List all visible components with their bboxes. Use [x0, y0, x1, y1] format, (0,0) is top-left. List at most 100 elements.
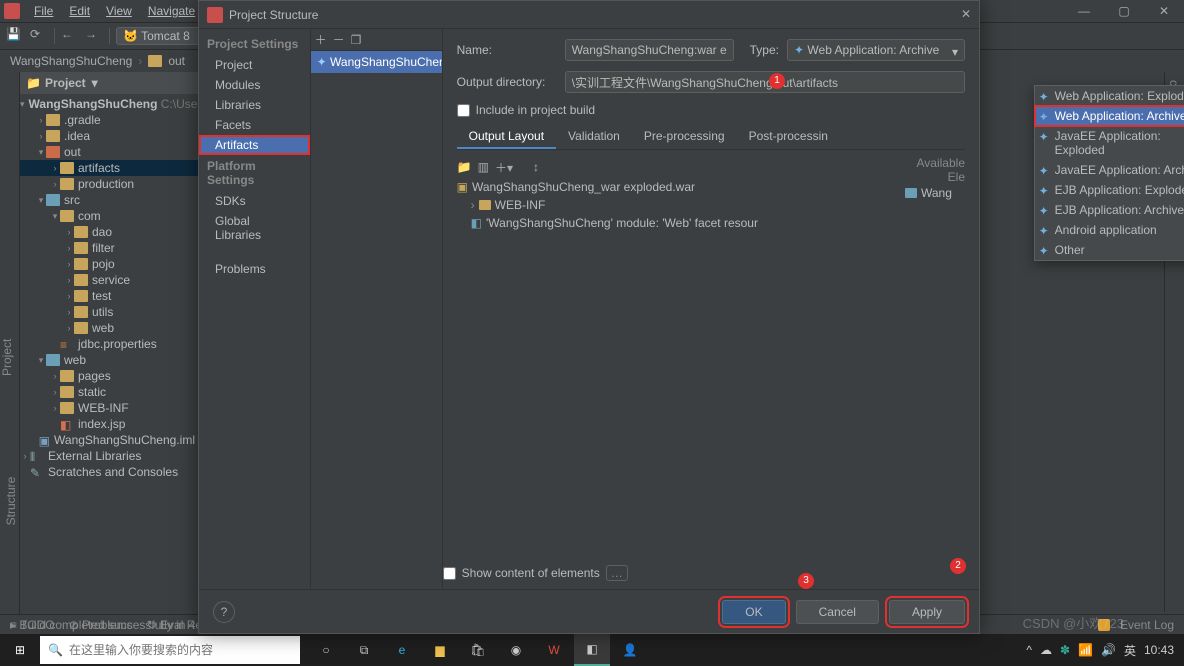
back-icon[interactable]: ← — [61, 27, 79, 45]
dropdown-item-selected[interactable]: ✦Web Application: Archive — [1035, 106, 1184, 126]
add-icon[interactable]: ＋ — [315, 31, 327, 48]
tray-cloud-icon[interactable]: ☁ — [1040, 643, 1052, 657]
add-icon[interactable]: ＋▾ — [495, 159, 513, 176]
help-button[interactable]: ? — [213, 601, 235, 623]
tree-item[interactable]: ›filter — [20, 240, 199, 256]
tree-item-iml[interactable]: ▣WangShangShuCheng.iml — [20, 432, 199, 448]
sidebar-item-problems[interactable]: Problems — [199, 259, 310, 279]
tab-project[interactable]: Project — [0, 80, 14, 634]
sidebar-item-sdks[interactable]: SDKs — [199, 191, 310, 211]
tab-preprocessing[interactable]: Pre-processing — [632, 125, 737, 149]
tree-item-jdbc[interactable]: ≡jdbc.properties — [20, 336, 199, 352]
dropdown-item[interactable]: ✦EJB Application: Exploded — [1035, 180, 1184, 200]
tree-item[interactable]: ›test — [20, 288, 199, 304]
maximize-button[interactable]: ▢ — [1104, 0, 1144, 22]
layout-label[interactable]: 'WangShangShuCheng' module: 'Web' facet … — [486, 216, 758, 230]
tree-scratches[interactable]: ✎Scratches and Consoles — [20, 464, 199, 480]
sidebar-item-artifacts[interactable]: Artifacts — [199, 135, 310, 155]
tab-output-layout[interactable]: Output Layout — [457, 125, 556, 149]
sort-icon[interactable]: ↕ — [533, 160, 539, 174]
tree-item-indexjsp[interactable]: ◧index.jsp — [20, 416, 199, 432]
remove-icon[interactable]: － — [333, 31, 345, 48]
close-button[interactable]: ✕ — [1144, 0, 1184, 22]
sidebar-item-global-libs[interactable]: Global Libraries — [199, 211, 310, 245]
tree-item[interactable]: ▾com — [20, 208, 199, 224]
taskbar-search[interactable]: 🔍 — [40, 636, 300, 664]
tree-item[interactable]: ›production — [20, 176, 199, 192]
tree-item[interactable]: ›pages — [20, 368, 199, 384]
dialog-close-button[interactable]: ✕ — [961, 7, 971, 21]
dropdown-item[interactable]: ✦EJB Application: Archive — [1035, 200, 1184, 220]
tree-item[interactable]: ›WEB-INF — [20, 400, 199, 416]
menu-edit[interactable]: Edit — [61, 2, 98, 20]
minimize-button[interactable]: — — [1064, 0, 1104, 22]
taskbar-search-input[interactable] — [69, 643, 292, 657]
ellipsis-button[interactable]: … — [606, 565, 628, 581]
tree-item[interactable]: ›.idea — [20, 128, 199, 144]
dropdown-item[interactable]: ✦Android application — [1035, 220, 1184, 240]
artifact-item[interactable]: ✦ WangShangShuCheng:wa — [311, 51, 442, 73]
forward-icon[interactable]: → — [85, 27, 103, 45]
task-view-icon[interactable]: ⧉ — [346, 634, 382, 666]
type-combo[interactable]: ✦ Web Application: Archive ▾ — [787, 39, 965, 61]
cancel-button[interactable]: Cancel — [796, 600, 879, 624]
tree-item[interactable]: ›static — [20, 384, 199, 400]
breadcrumb-out[interactable]: out — [168, 54, 185, 68]
tree-root[interactable]: ▾WangShangShuCheng C:\Users — [20, 96, 199, 112]
dropdown-item[interactable]: ✦Web Application: Exploded — [1035, 86, 1184, 106]
app-icon[interactable]: 👤 — [612, 634, 648, 666]
tree-item[interactable]: ›.gradle — [20, 112, 199, 128]
new-folder-icon[interactable]: 📁 — [457, 160, 472, 174]
dropdown-item[interactable]: ✦JavaEE Application: Exploded — [1035, 126, 1184, 160]
tree-item[interactable]: ›web — [20, 320, 199, 336]
breadcrumb-root[interactable]: WangShangShuCheng — [10, 54, 132, 68]
explorer-icon[interactable]: ▆ — [422, 634, 458, 666]
copy-icon[interactable]: ❐ — [351, 33, 362, 47]
dropdown-item[interactable]: ✦Other — [1035, 240, 1184, 260]
name-input[interactable] — [565, 39, 734, 61]
tray-wifi-icon[interactable]: 📶 — [1078, 643, 1093, 657]
tray-app-icon[interactable]: ✽ — [1060, 643, 1070, 657]
start-button[interactable]: ⊞ — [0, 634, 40, 666]
tray-ime[interactable]: 英 — [1124, 642, 1136, 659]
sidebar-item-libraries[interactable]: Libraries — [199, 95, 310, 115]
tab-favorites[interactable]: Favorites — [0, 470, 2, 531]
tree-item-out[interactable]: ▾out — [20, 144, 199, 160]
tab-postprocessing[interactable]: Post-processin — [737, 125, 840, 149]
tree-item-artifacts[interactable]: ›artifacts — [20, 160, 199, 176]
menu-view[interactable]: View — [98, 2, 140, 20]
status-event-log[interactable]: Event Log — [1120, 618, 1174, 632]
sidebar-item-project[interactable]: Project — [199, 55, 310, 75]
project-panel-header[interactable]: 📁 Project ▾ — [20, 72, 199, 94]
run-config-combo[interactable]: 🐱 Tomcat 8 — [116, 27, 209, 45]
layout-label[interactable]: Wang — [921, 186, 952, 200]
output-dir-input[interactable] — [565, 71, 965, 93]
save-icon[interactable]: 💾 — [6, 27, 24, 45]
store-icon[interactable]: 🛍 — [460, 634, 496, 666]
menu-file[interactable]: File — [26, 2, 61, 20]
tray-up-icon[interactable]: ^ — [1026, 643, 1032, 657]
sync-icon[interactable]: ⟳ — [30, 27, 48, 45]
dropdown-item[interactable]: ✦JavaEE Application: Archive — [1035, 160, 1184, 180]
apply-button[interactable]: Apply — [889, 600, 965, 624]
tree-item[interactable]: ›service — [20, 272, 199, 288]
tree-item-src[interactable]: ▾src — [20, 192, 199, 208]
tree-external-libs[interactable]: ›⫴External Libraries — [20, 448, 199, 464]
intellij-icon[interactable]: ◧ — [574, 634, 610, 666]
tray-clock[interactable]: 10:43 — [1144, 643, 1174, 657]
tree-item-web[interactable]: ▾web — [20, 352, 199, 368]
tree-item[interactable]: ›dao — [20, 224, 199, 240]
tab-validation[interactable]: Validation — [556, 125, 632, 149]
show-content-checkbox[interactable] — [443, 567, 456, 580]
wps-icon[interactable]: W — [536, 634, 572, 666]
sidebar-item-modules[interactable]: Modules — [199, 75, 310, 95]
chrome-icon[interactable]: ◉ — [498, 634, 534, 666]
layout-icon[interactable]: ▥ — [478, 160, 489, 174]
cortana-icon[interactable]: ○ — [308, 634, 344, 666]
include-build-checkbox[interactable] — [457, 104, 470, 117]
tray-volume-icon[interactable]: 🔊 — [1101, 643, 1116, 657]
tab-structure[interactable]: Structure — [2, 470, 20, 531]
tree-item[interactable]: ›pojo — [20, 256, 199, 272]
ok-button[interactable]: OK — [722, 600, 785, 624]
tree-item[interactable]: ›utils — [20, 304, 199, 320]
